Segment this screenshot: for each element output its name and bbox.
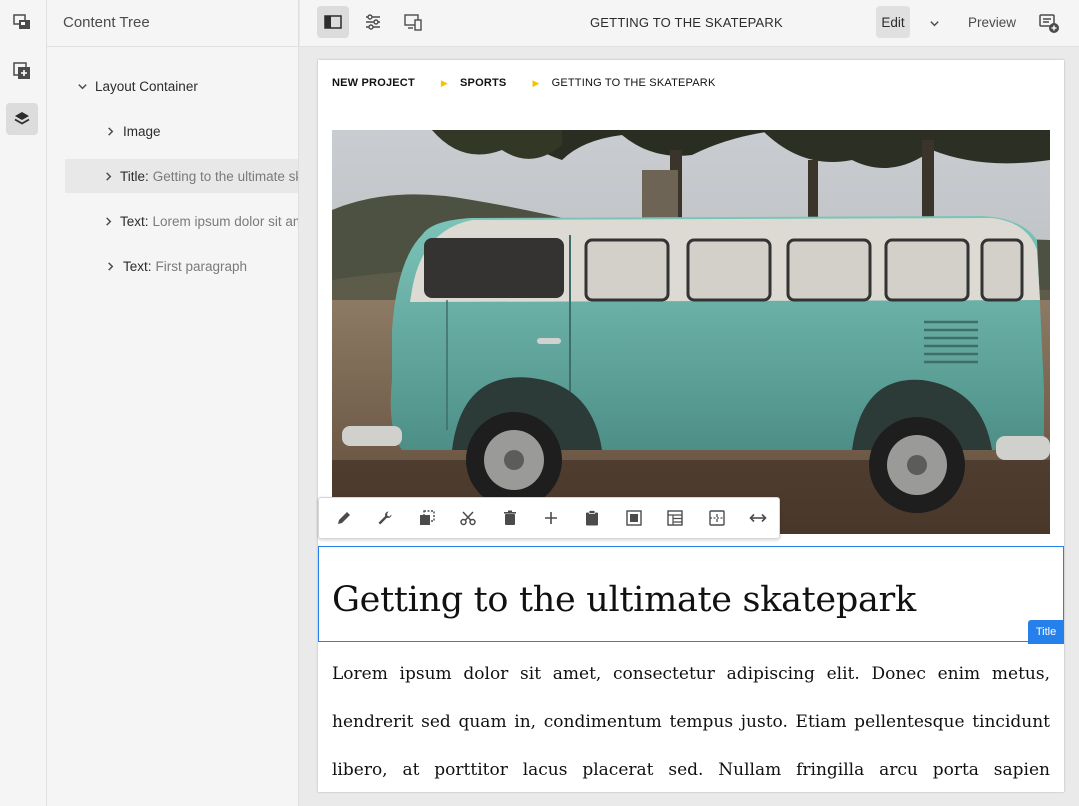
chevron-right-icon[interactable] xyxy=(103,169,114,183)
paste-icon[interactable] xyxy=(572,498,613,538)
panel-title: Content Tree xyxy=(63,14,150,31)
emulator-icon[interactable] xyxy=(397,6,429,38)
chevron-right-icon[interactable] xyxy=(103,259,117,273)
left-rail xyxy=(0,0,47,806)
tree-item-key: Title: xyxy=(120,168,149,184)
image-crop-icon[interactable] xyxy=(613,498,654,538)
tree-item-text[interactable]: Text: First paragraph xyxy=(103,249,298,283)
tree-item-title[interactable]: Title: Getting to the ultimate skatepark xyxy=(65,159,298,193)
breadcrumb-item[interactable]: SPORTS xyxy=(460,77,506,89)
annotations-icon[interactable] xyxy=(1038,12,1060,34)
tree-item-value: Lorem ipsum dolor sit amet xyxy=(152,213,298,229)
layout-icon[interactable] xyxy=(655,498,696,538)
tree-item-value: Getting to the ultimate skatepark xyxy=(152,168,298,184)
component-type-badge: Title xyxy=(1028,620,1064,644)
chevron-right-icon[interactable] xyxy=(103,214,114,228)
breadcrumb-separator-icon: ▶ xyxy=(440,77,448,88)
layers-icon[interactable] xyxy=(6,103,38,135)
article-paragraph[interactable]: Lorem ipsum dolor sit amet, consectetur … xyxy=(332,650,1050,792)
page-canvas: NEW PROJECT ▶ SPORTS ▶ GETTING TO THE SK… xyxy=(318,60,1064,792)
tree-item-layout-container[interactable]: Layout Container xyxy=(75,69,298,103)
breadcrumb-item[interactable]: NEW PROJECT xyxy=(332,77,415,89)
hero-image[interactable] xyxy=(332,130,1050,534)
chevron-right-icon[interactable] xyxy=(103,124,117,138)
edit-icon[interactable] xyxy=(323,498,364,538)
resize-icon[interactable] xyxy=(738,498,779,538)
tree-item-value: First paragraph xyxy=(155,258,248,274)
tree-item-image[interactable]: Image xyxy=(103,114,298,148)
tree-item-label: Image xyxy=(123,123,161,139)
component-browser-icon[interactable] xyxy=(6,6,38,38)
tree-item-text[interactable]: Text: Lorem ipsum dolor sit amet xyxy=(103,204,298,238)
chevron-down-icon[interactable] xyxy=(924,14,944,32)
panel-divider xyxy=(47,46,298,47)
page-title: GETTING TO THE SKATEPARK xyxy=(590,15,783,30)
tree-item-key: Text: xyxy=(120,213,149,229)
configure-icon[interactable] xyxy=(364,498,405,538)
page-properties-icon[interactable] xyxy=(357,6,389,38)
breadcrumb: NEW PROJECT ▶ SPORTS ▶ GETTING TO THE SK… xyxy=(332,77,716,89)
breadcrumb-separator-icon: ▶ xyxy=(532,77,540,88)
add-asset-icon[interactable] xyxy=(6,55,38,87)
cut-icon[interactable] xyxy=(447,498,488,538)
copy-icon[interactable] xyxy=(406,498,447,538)
tree-item-key: Text: xyxy=(123,258,152,274)
breadcrumb-current: GETTING TO THE SKATEPARK xyxy=(551,77,716,89)
content-tree-panel: Content Tree Layout Container Image Titl… xyxy=(47,0,299,806)
article-title[interactable]: Getting to the ultimate skatepark xyxy=(332,580,916,620)
tree-item-label: Layout Container xyxy=(95,78,198,94)
toggle-side-panel-icon[interactable] xyxy=(317,6,349,38)
insert-icon[interactable] xyxy=(530,498,571,538)
component-toolbar xyxy=(318,497,780,539)
edit-mode-button[interactable]: Edit xyxy=(876,6,910,38)
delete-icon[interactable] xyxy=(489,498,530,538)
chevron-down-icon[interactable] xyxy=(75,79,89,93)
preview-button[interactable]: Preview xyxy=(968,15,1016,30)
group-icon[interactable] xyxy=(696,498,737,538)
top-toolbar: GETTING TO THE SKATEPARK Edit Preview xyxy=(300,0,1079,47)
